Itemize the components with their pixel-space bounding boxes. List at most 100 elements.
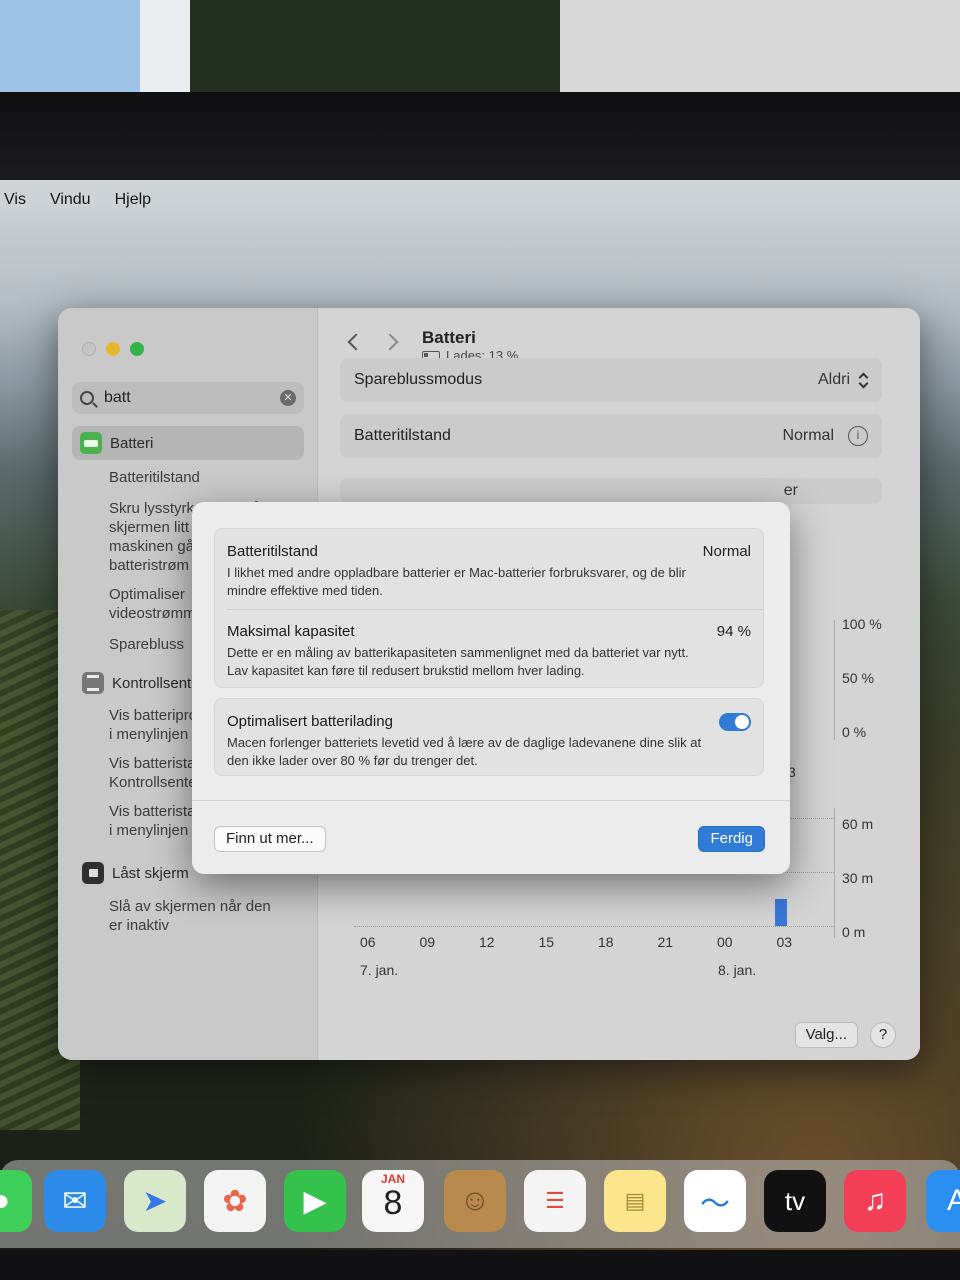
capacity-value: 94 % (716, 623, 751, 640)
battery-health-label: Batteritilstand (354, 427, 451, 444)
close-button[interactable] (82, 342, 96, 356)
divider (227, 609, 763, 610)
health-description: I likhet med andre oppladbare batterier … (227, 565, 686, 598)
dock-notes[interactable]: ▤ (604, 1170, 666, 1232)
menubar: Vis Vindu Hjelp (0, 180, 960, 220)
search-input[interactable]: batt (104, 389, 131, 407)
done-button[interactable]: Ferdig (698, 826, 765, 852)
low-power-select[interactable]: Aldri (818, 371, 850, 389)
sidebar-item-lock-screen[interactable]: Låst skjerm (82, 862, 189, 884)
dock-contacts[interactable]: ☺ (444, 1170, 506, 1232)
notes-icon: ▤ (624, 1188, 646, 1213)
y-tick-60m: 60 m (842, 816, 874, 832)
capacity-description: Dette er en måling av batterikapasiteten… (227, 645, 689, 678)
y-tick-0: 0 % (842, 724, 867, 740)
map-arrow-icon: ➤ (142, 1184, 168, 1218)
clear-search-icon[interactable]: ✕ (280, 390, 296, 406)
video-camera-icon: ▶ (303, 1184, 327, 1218)
gridline-0 (354, 926, 834, 927)
usage-bar (774, 899, 787, 926)
sidebar-sub-lock-1[interactable]: Slå av skjermen når den (109, 897, 309, 916)
dock-mail[interactable]: ✉ (44, 1170, 106, 1232)
x-tick: 00 (717, 934, 733, 950)
battery-icon (80, 432, 102, 454)
chevron-right-icon[interactable] (381, 333, 399, 351)
dock: ● ✉ ➤ ✿ ▶ JAN 8 ☺ ☰ ▤ 〜 tv ♫ A (0, 1160, 960, 1248)
sidebar-sub-battery-health[interactable]: Batteritilstand (109, 468, 309, 487)
low-power-label: Spareblussmodus (354, 371, 483, 388)
menu-vindu[interactable]: Vindu (50, 191, 91, 209)
optimized-item: Optimalisert batterilading Macen forleng… (227, 713, 751, 770)
x-tick: 21 (657, 934, 674, 950)
hidden-row-fragment: er (783, 482, 798, 499)
list-icon: ☰ (545, 1188, 565, 1213)
battery-health-row: Batteritilstand Normal i (340, 414, 882, 458)
health-title: Batteritilstand (227, 543, 318, 560)
menu-vis[interactable]: Vis (4, 191, 26, 209)
sidebar-item-battery[interactable]: Batteri (72, 426, 304, 460)
info-icon[interactable]: i (848, 426, 868, 446)
dock-maps[interactable]: ➤ (124, 1170, 186, 1232)
chevron-up-down-icon[interactable] (858, 373, 868, 387)
monitor-bezel (0, 92, 960, 184)
control-center-icon (82, 672, 104, 694)
lock-icon (82, 862, 104, 884)
dock-reminders[interactable]: ☰ (524, 1170, 586, 1232)
search-icon (80, 391, 94, 405)
dock-calendar[interactable]: JAN 8 (362, 1170, 424, 1232)
learn-more-button[interactable]: Finn ut mer... (214, 826, 326, 852)
sidebar-sub-lock-2[interactable]: er inaktiv (109, 916, 309, 935)
background-photo (0, 0, 960, 100)
search-field[interactable]: batt ✕ (72, 382, 304, 414)
monitor-bottom (0, 1250, 960, 1280)
low-power-row: Spareblussmodus Aldri (340, 358, 882, 402)
dock-apple-tv[interactable]: tv (764, 1170, 826, 1232)
capacity-title: Maksimal kapasitet (227, 623, 355, 640)
chevron-left-icon[interactable] (347, 333, 365, 351)
screen: Vis Vindu Hjelp batt ✕ Batteri Batteriti… (0, 180, 960, 1250)
health-value: Normal (702, 543, 751, 560)
help-button[interactable]: ? (870, 1022, 896, 1048)
message-bubble-icon: ● (0, 1184, 11, 1217)
sidebar-item-label: Låst skjerm (112, 864, 189, 882)
date-label-1: 7. jan. (360, 962, 399, 978)
dock-photos[interactable]: ✿ (204, 1170, 266, 1232)
chart-axis-right (834, 620, 835, 740)
sidebar-item-label: Batteri (110, 434, 154, 452)
x-tick: 15 (538, 934, 555, 950)
y-tick-0m: 0 m (842, 924, 866, 940)
zoom-button[interactable] (130, 342, 144, 356)
footer-divider (192, 800, 790, 801)
optimized-charging-toggle[interactable] (719, 713, 751, 731)
x-tick: 18 (598, 934, 614, 950)
page-title: Batteri (422, 328, 476, 347)
health-item: Batteritilstand Normal I likhet med andr… (227, 543, 751, 600)
sidebar-item-label: Kontrollsenter (112, 674, 205, 692)
music-note-icon: ♫ (863, 1184, 887, 1217)
optimized-description: Macen forlenger batteriets levetid ved å… (227, 735, 702, 768)
x-tick: 09 (419, 934, 436, 950)
x-tick: 06 (360, 934, 376, 950)
date-label-2: 8. jan. (718, 962, 757, 978)
battery-health-value: Normal (782, 427, 834, 444)
sidebar-item-control-center[interactable]: Kontrollsenter (82, 672, 205, 694)
menu-hjelp[interactable]: Hjelp (115, 191, 151, 209)
usage-axis-right (834, 808, 835, 938)
minimize-button[interactable] (106, 342, 120, 356)
person-icon: ☺ (459, 1184, 491, 1217)
dock-music[interactable]: ♫ (844, 1170, 906, 1232)
dock-app-store[interactable]: A (926, 1170, 960, 1232)
options-button[interactable]: Valg... (794, 1022, 858, 1048)
envelope-icon: ✉ (62, 1184, 88, 1218)
hidden-row: er (340, 478, 882, 504)
optimized-title: Optimalisert batterilading (227, 713, 393, 730)
dock-freeform[interactable]: 〜 (684, 1170, 746, 1232)
app-store-icon: A (946, 1184, 960, 1217)
dock-messages[interactable]: ● (0, 1170, 32, 1232)
y-tick-30m: 30 m (842, 870, 874, 886)
pinwheel-icon: ✿ (222, 1184, 248, 1218)
battery-health-dialog: Batteritilstand Normal I likhet med andr… (192, 502, 790, 874)
dock-facetime[interactable]: ▶ (284, 1170, 346, 1232)
apple-tv-label: tv (784, 1185, 806, 1216)
y-tick-100: 100 % (842, 616, 882, 632)
